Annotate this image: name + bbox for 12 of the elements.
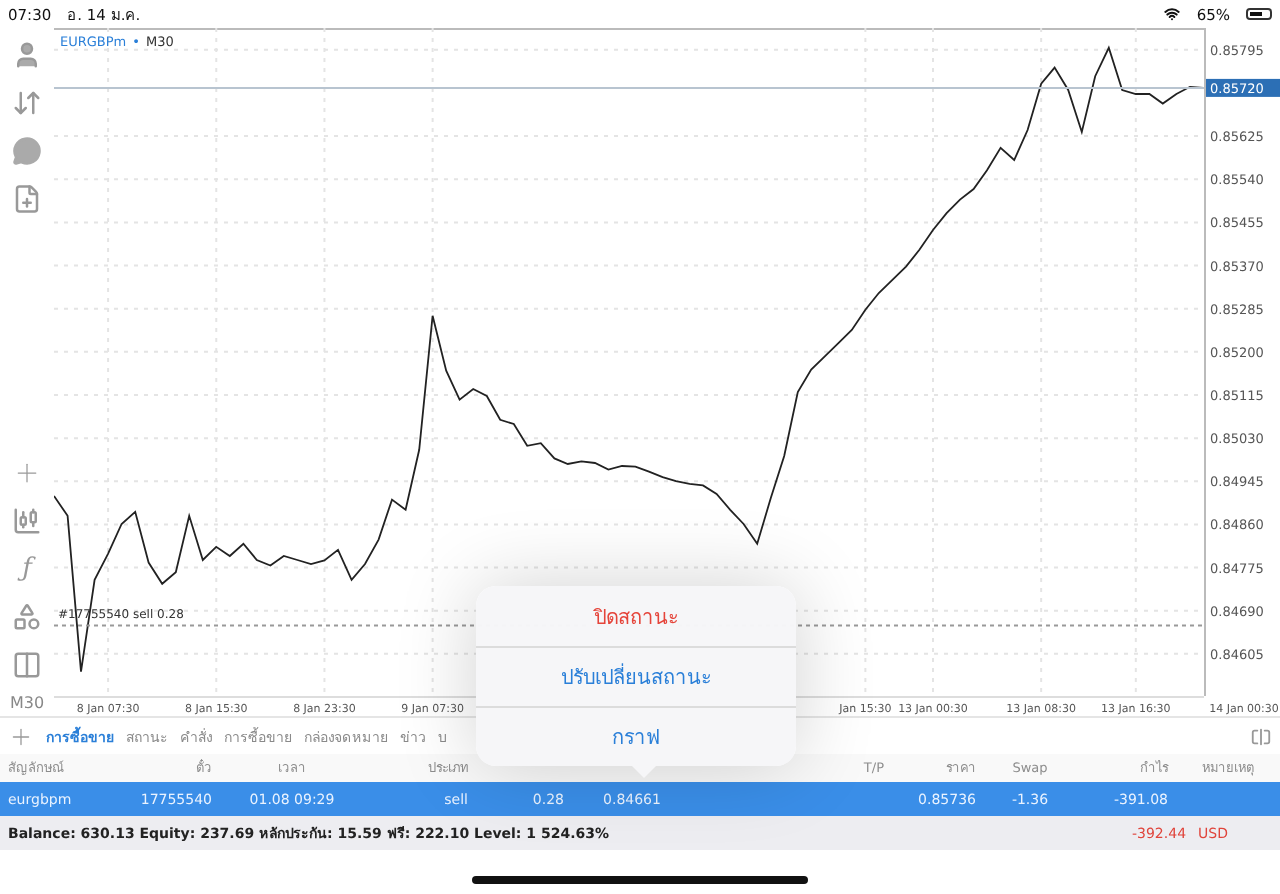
chat-icon[interactable] <box>11 132 43 168</box>
shapes-icon[interactable] <box>11 598 43 634</box>
menu-item[interactable]: ปิดสถานะ <box>476 586 796 646</box>
timeframe-button[interactable]: M30 <box>9 694 45 712</box>
battery-icon <box>1246 8 1272 20</box>
split-icon[interactable] <box>1250 725 1272 747</box>
indicator-button[interactable]: ƒ <box>11 550 43 586</box>
wifi-icon <box>1164 6 1181 22</box>
new-document-icon[interactable] <box>11 180 43 216</box>
add-icon[interactable] <box>8 723 34 749</box>
menu-item[interactable]: ปรับเปลี่ยนสถานะ <box>476 646 796 706</box>
menu-item[interactable]: กราฟ <box>476 706 796 766</box>
